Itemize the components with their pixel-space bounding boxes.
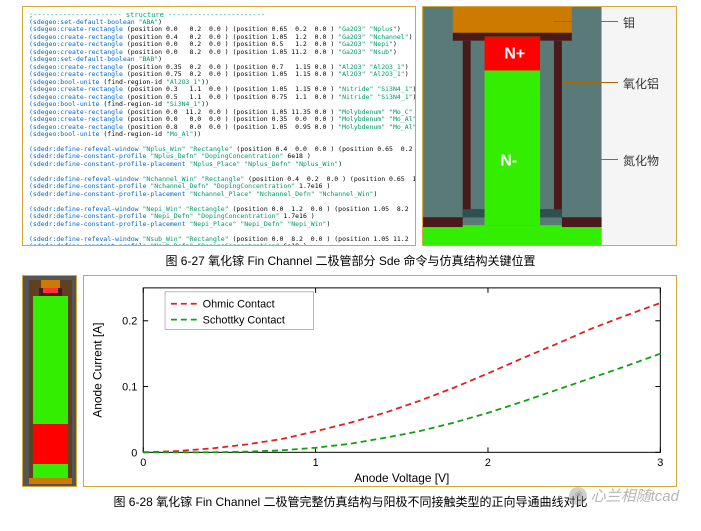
svg-text:0.2: 0.2 — [122, 316, 137, 328]
pointer-nitride — [573, 159, 618, 160]
svg-text:Anode Current [A]: Anode Current [A] — [91, 323, 105, 418]
code-line: (sdedr:define-constant-profile-placement… — [29, 221, 409, 228]
svg-text:0.1: 0.1 — [122, 382, 137, 394]
pointer-alox — [563, 82, 618, 83]
code-line: (sdegeo:bool-unite (find-region-id "Mo_A… — [29, 131, 409, 138]
watermark-logo-icon: ❀ — [569, 487, 587, 505]
full-structure-panel — [22, 275, 77, 487]
code-line: (sdedr:define-constant-profile-placement… — [29, 161, 409, 168]
svg-text:0: 0 — [131, 447, 137, 459]
watermark-text: 心兰相随tcad — [591, 485, 679, 506]
structure-panel: N+ N- 钼 氧化铝 氮化物 — [422, 6, 677, 246]
svg-text:3: 3 — [657, 457, 663, 469]
iv-chart-svg: 0 1 2 3 0 0.1 0.2 Anode Voltage [V] Anode Curren… — [84, 276, 676, 486]
svg-text:0: 0 — [140, 457, 146, 469]
label-nitride: 氮化物 — [623, 152, 659, 169]
full-structure-svg — [23, 276, 78, 488]
watermark: ❀ 心兰相随tcad — [569, 485, 679, 506]
code-line: (sdedr:define-constant-profile "Nsub_Def… — [29, 243, 409, 246]
label-mo: 钼 — [623, 14, 635, 31]
pointer-mo — [553, 21, 618, 22]
caption-6-27: 图 6-27 氧化镓 Fin Channel 二极管部分 Sde 命令与仿真结构… — [0, 252, 701, 269]
nminus-text: N- — [500, 153, 517, 170]
code-body: (sdegeo:set-default-boolean "ABA")(sdege… — [29, 19, 409, 246]
code-line: (sdedr:define-constant-profile-placement… — [29, 191, 409, 198]
nplus-text: N+ — [504, 46, 525, 63]
svg-text:Schottky Contact: Schottky Contact — [203, 315, 285, 327]
svg-text:Ohmic Contact: Ohmic Contact — [203, 299, 275, 311]
label-alox: 氧化铝 — [623, 75, 659, 92]
iv-chart-panel: 0 1 2 3 0 0.1 0.2 Anode Voltage [V] Anode Curren… — [83, 275, 677, 487]
svg-text:Anode Voltage [V]: Anode Voltage [V] — [354, 471, 449, 485]
structure-svg: N+ N- — [423, 7, 676, 245]
svg-text:2: 2 — [485, 457, 491, 469]
svg-text:1: 1 — [313, 457, 319, 469]
code-panel: ;--------------------- structure -------… — [22, 6, 416, 246]
